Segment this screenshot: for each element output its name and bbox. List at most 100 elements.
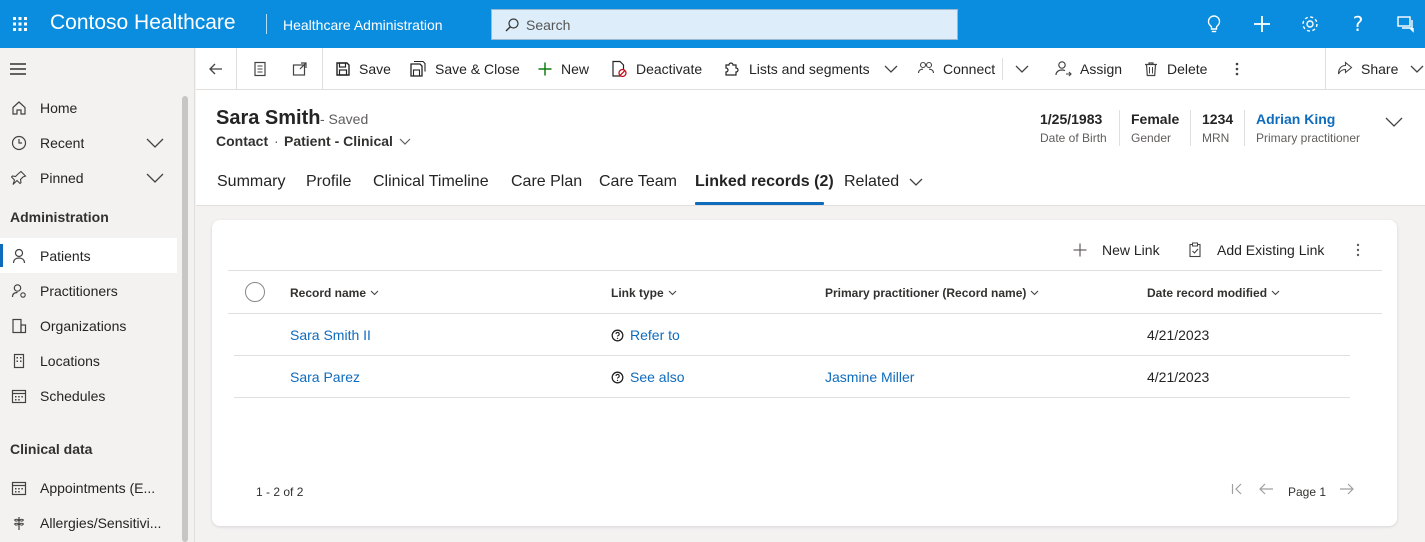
practitioner-link[interactable]: Jasmine Miller — [825, 369, 914, 385]
more-vertical-icon — [1356, 243, 1360, 257]
table-row[interactable]: Sara Parez See also Jasmine Miller 4/21/… — [234, 356, 1350, 398]
app-launcher-icon[interactable] — [8, 12, 32, 36]
more-commands-button[interactable] — [1234, 48, 1248, 90]
mrn-label: MRN — [1202, 131, 1230, 145]
search-input[interactable] — [526, 16, 926, 33]
app-title[interactable]: Contoso Healthcare — [50, 10, 236, 36]
command-separator — [1002, 58, 1003, 80]
add-existing-link-button[interactable]: Add Existing Link — [1187, 239, 1324, 261]
sidebar-item-patients[interactable]: Patients — [0, 238, 177, 273]
pin-icon — [10, 169, 28, 187]
back-button[interactable] — [208, 48, 232, 90]
sidebar-item-label: Locations — [40, 352, 100, 369]
form-view-button[interactable] — [252, 48, 276, 90]
sidebar-item-label: Pinned — [40, 169, 84, 186]
new-link-button[interactable]: New Link — [1072, 239, 1160, 261]
person-icon — [10, 247, 28, 265]
grid-more-button[interactable] — [1355, 239, 1375, 261]
practitioner-label: Primary practitioner — [1256, 131, 1361, 145]
settings-icon[interactable] — [1298, 12, 1322, 36]
sidebar-scrollbar[interactable] — [182, 96, 188, 542]
header-separator — [1119, 110, 1120, 146]
sidebar-item-home[interactable]: Home — [0, 90, 177, 125]
chevron-down-icon[interactable] — [146, 170, 164, 186]
sidebar-item-organizations[interactable]: Organizations — [0, 308, 177, 343]
command-separator — [322, 48, 323, 90]
chat-icon[interactable] — [1394, 12, 1418, 36]
tab-clinical-timeline[interactable]: Clinical Timeline — [373, 172, 489, 192]
tab-care-team[interactable]: Care Team — [599, 172, 677, 192]
tab-care-plan[interactable]: Care Plan — [511, 172, 582, 192]
header-field-dob: 1/25/1983 Date of Birth — [1040, 110, 1107, 146]
previous-page-button[interactable] — [1258, 482, 1274, 496]
tab-linked-records[interactable]: Linked records (2) — [695, 172, 834, 192]
select-all-checkbox[interactable] — [245, 282, 265, 302]
record-name-link[interactable]: Sara Smith II — [290, 327, 371, 343]
table-row[interactable]: Sara Smith II Refer to 4/21/2023 — [234, 314, 1350, 356]
link-type-cell[interactable]: See also — [611, 369, 684, 385]
entity-separator: · — [274, 133, 279, 149]
new-link-label: New Link — [1102, 242, 1160, 258]
tab-summary[interactable]: Summary — [217, 172, 285, 192]
tab-profile[interactable]: Profile — [306, 172, 351, 192]
header-separator — [1244, 110, 1245, 146]
first-page-button[interactable] — [1230, 482, 1244, 496]
chevron-down-icon[interactable] — [146, 135, 164, 151]
open-new-window-button[interactable] — [292, 48, 316, 90]
lists-and-segments-button[interactable]: Lists and segments — [723, 48, 898, 90]
help-icon[interactable]: ? — [1346, 12, 1370, 36]
sidebar-item-recent[interactable]: Recent — [0, 125, 177, 160]
column-header-link-type[interactable]: Link type — [611, 286, 677, 300]
lightbulb-icon[interactable] — [1202, 12, 1226, 36]
column-header-primary-practitioner[interactable]: Primary practitioner (Record name) — [825, 286, 1039, 300]
column-header-label: Date record modified — [1147, 286, 1268, 300]
building-icon — [10, 352, 28, 370]
area-title[interactable]: Healthcare Administration — [283, 16, 443, 34]
date-modified-cell: 4/21/2023 — [1147, 327, 1210, 343]
header-field-gender: Female Gender — [1131, 110, 1179, 146]
hamburger-icon[interactable] — [10, 62, 28, 79]
header-expand-button[interactable] — [1385, 114, 1403, 130]
delete-label: Delete — [1167, 61, 1208, 77]
sidebar-item-locations[interactable]: Locations — [0, 343, 177, 378]
search-box[interactable] — [491, 9, 958, 40]
header-separator — [1190, 110, 1191, 146]
share-button[interactable]: Share — [1337, 48, 1424, 90]
assign-button[interactable]: Assign — [1054, 48, 1122, 90]
new-button[interactable]: New — [537, 48, 589, 90]
deactivate-button[interactable]: Deactivate — [610, 48, 702, 90]
connect-button[interactable]: Connect — [917, 48, 995, 90]
form-icon — [254, 61, 266, 77]
sidebar-item-allergies[interactable]: Allergies/Sensitivi... — [0, 505, 177, 540]
save-button[interactable]: Save — [335, 48, 391, 90]
grid-header: Record name Link type Primary practition… — [228, 270, 1382, 314]
sidebar-item-appointments[interactable]: Appointments (E... — [0, 470, 177, 505]
sidebar-item-pinned[interactable]: Pinned — [0, 160, 177, 195]
link-type-cell[interactable]: Refer to — [611, 327, 680, 343]
lists-label: Lists and segments — [749, 61, 870, 77]
save-status: - Saved — [320, 111, 369, 127]
sidebar-item-schedules[interactable]: Schedules — [0, 378, 177, 413]
record-name-link[interactable]: Sara Parez — [290, 369, 360, 385]
connect-icon — [917, 61, 935, 74]
save-and-close-button[interactable]: Save & Close — [409, 48, 520, 90]
sidebar-item-practitioners[interactable]: Practitioners — [0, 273, 177, 308]
connect-more-button[interactable] — [1015, 48, 1037, 90]
dob-value: 1/25/1983 — [1040, 111, 1103, 127]
column-header-date-modified[interactable]: Date record modified — [1147, 286, 1280, 300]
save-close-icon — [410, 60, 426, 77]
tab-related[interactable]: Related — [844, 172, 923, 192]
chevron-down-icon — [668, 290, 677, 296]
share-icon — [1337, 61, 1353, 75]
form-selector[interactable]: Patient - Clinical — [284, 133, 411, 149]
form-name: Patient - Clinical — [284, 133, 393, 149]
delete-button[interactable]: Delete — [1143, 48, 1207, 90]
linked-records-card: New Link Add Existing Link Record name L… — [212, 220, 1397, 526]
plus-icon[interactable] — [1250, 12, 1274, 36]
gender-value: Female — [1131, 111, 1180, 127]
practitioner-link[interactable]: Adrian King — [1256, 110, 1360, 128]
next-page-button[interactable] — [1339, 482, 1355, 496]
column-header-record-name[interactable]: Record name — [290, 286, 379, 300]
chevron-down-icon — [1271, 290, 1280, 296]
arrow-left-icon — [209, 63, 222, 75]
